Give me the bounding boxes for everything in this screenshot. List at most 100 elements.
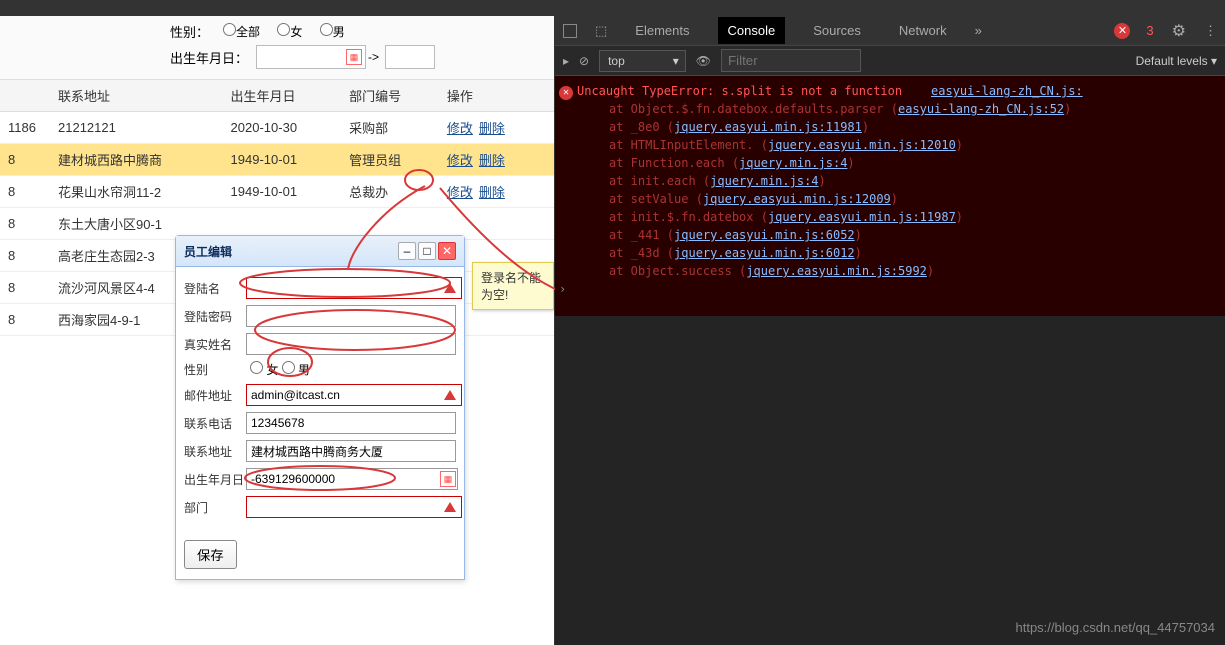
tab-console[interactable]: Console	[718, 17, 786, 44]
context-dropdown[interactable]: top	[599, 50, 686, 72]
gender-form-label: 性别	[184, 361, 246, 378]
stack-file-link[interactable]: jquery.easyui.min.js:6052	[674, 228, 855, 242]
dialog-close-icon[interactable]: ✕	[438, 242, 456, 260]
eye-icon[interactable]: 👁	[696, 54, 711, 68]
gender-label: 性别：	[170, 22, 209, 41]
watermark-text: https://blog.csdn.net/qq_44757034	[1016, 620, 1216, 635]
birthday-form-label: 出生年月日	[184, 471, 246, 488]
stack-file-link[interactable]: jquery.min.js:4	[739, 156, 847, 170]
stack-frame: at _441 (jquery.easyui.min.js:6052)	[559, 226, 1221, 244]
dialog-maximize-icon[interactable]: □	[418, 242, 436, 260]
calendar-icon[interactable]: ▦	[346, 49, 362, 65]
settings-gear-icon[interactable]: ⚙	[1172, 21, 1186, 41]
table-header: 操作	[439, 80, 554, 112]
stack-frame: at HTMLInputElement. (jquery.easyui.min.…	[559, 136, 1221, 154]
stack-frame: at _8e0 (jquery.easyui.min.js:11981)	[559, 118, 1221, 136]
email-input[interactable]	[246, 384, 462, 406]
validation-tooltip: 登录名不能为空!	[472, 262, 554, 310]
stack-frame: at Function.each (jquery.min.js:4)	[559, 154, 1221, 172]
employee-edit-dialog: 员工编辑 – □ ✕ 登陆名 登陆密码 真实姓名 性别 女 男 邮件地址	[175, 235, 465, 580]
console-toolbar: ▸ ⊘ top 👁 Default levels ▾	[555, 46, 1225, 76]
stack-file-link[interactable]: jquery.easyui.min.js:12009	[703, 192, 891, 206]
console-sidebar-icon[interactable]: ▸	[563, 54, 569, 68]
tab-sources[interactable]: Sources	[803, 17, 871, 44]
table-header: 联系地址	[50, 80, 223, 112]
console-output[interactable]: ✕ Uncaught TypeError: s.split is not a fu…	[555, 76, 1225, 316]
calendar-icon[interactable]: ▦	[440, 471, 456, 487]
stack-frame: at Object.success (jquery.easyui.min.js:…	[559, 262, 1221, 280]
birthday-to-input[interactable]	[385, 45, 435, 69]
device-icon[interactable]: ⬚	[595, 23, 607, 39]
dialog-collapse-icon[interactable]: –	[398, 242, 416, 260]
dialog-title: 员工编辑	[184, 243, 232, 260]
stack-frame: at setValue (jquery.easyui.min.js:12009)	[559, 190, 1221, 208]
delete-link[interactable]: 删除	[479, 121, 505, 136]
tab-network[interactable]: Network	[889, 17, 957, 44]
error-count-badge[interactable]: ✕	[1114, 23, 1130, 39]
email-label: 邮件地址	[184, 387, 246, 404]
dept-input[interactable]	[246, 496, 462, 518]
error-source-link[interactable]: easyui-lang-zh_CN.js:	[931, 84, 1083, 98]
search-form: 性别： 全部 女 男 出生年月日： ▦ ->	[0, 16, 554, 80]
error-icon: ✕	[559, 86, 573, 100]
warning-icon	[444, 390, 456, 400]
table-header: 出生年月日	[223, 80, 342, 112]
phone-input[interactable]	[246, 412, 456, 434]
stack-file-link[interactable]: easyui-lang-zh_CN.js:52	[898, 102, 1064, 116]
kebab-menu-icon[interactable]: ⋮	[1204, 23, 1217, 39]
gender-radio-group: 全部 女 男	[217, 23, 353, 40]
delete-link[interactable]: 删除	[479, 185, 505, 200]
table-row[interactable]: 8建材城西路中腾商1949-10-01管理员组修改删除	[0, 144, 554, 176]
devtools-tabbar: ⬚ Elements Console Sources Network » ✕3 …	[555, 16, 1225, 46]
birthday-label: 出生年月日：	[170, 48, 248, 67]
dialog-gender-female[interactable]	[250, 361, 263, 374]
gender-form-group: 女 男	[246, 361, 310, 378]
delete-link[interactable]: 删除	[479, 153, 505, 168]
stack-frame: at init.$.fn.datebox (jquery.easyui.min.…	[559, 208, 1221, 226]
edit-link[interactable]: 修改	[447, 185, 473, 200]
devtools-panel: ⬚ Elements Console Sources Network » ✕3 …	[555, 0, 1225, 645]
login-pwd-input[interactable]	[246, 305, 456, 327]
real-name-input[interactable]	[246, 333, 456, 355]
inspect-icon[interactable]	[563, 24, 577, 38]
stack-frame: at Object.$.fn.datebox.defaults.parser (…	[559, 100, 1221, 118]
stack-file-link[interactable]: jquery.easyui.min.js:6012	[674, 246, 855, 260]
login-name-input[interactable]	[246, 277, 462, 299]
stack-file-link[interactable]: jquery.easyui.min.js:12010	[768, 138, 956, 152]
gender-radio-all[interactable]	[223, 23, 236, 36]
date-arrow: ->	[368, 50, 379, 64]
edit-link[interactable]: 修改	[447, 121, 473, 136]
stack-frame: at _43d (jquery.easyui.min.js:6012)	[559, 244, 1221, 262]
log-levels-dropdown[interactable]: Default levels ▾	[1136, 54, 1217, 68]
app-left-panel: 性别： 全部 女 男 出生年月日： ▦ -> 联系地址出生年	[0, 0, 555, 645]
clear-console-icon[interactable]: ⊘	[579, 54, 589, 68]
tab-elements[interactable]: Elements	[625, 17, 699, 44]
stack-file-link[interactable]: jquery.min.js:4	[710, 174, 818, 188]
edit-link[interactable]: 修改	[447, 153, 473, 168]
save-button[interactable]: 保存	[184, 540, 237, 569]
dept-label: 部门	[184, 499, 246, 516]
birthday-input[interactable]	[246, 468, 458, 490]
console-filter-input[interactable]	[721, 49, 861, 72]
address-label: 联系地址	[184, 443, 246, 460]
error-message: Uncaught TypeError: s.split is not a fun…	[577, 84, 902, 98]
stack-file-link[interactable]: jquery.easyui.min.js:11981	[674, 120, 862, 134]
stack-frame: at init.each (jquery.min.js:4)	[559, 172, 1221, 190]
stack-file-link[interactable]: jquery.easyui.min.js:5992	[746, 264, 927, 278]
stack-file-link[interactable]: jquery.easyui.min.js:11987	[768, 210, 956, 224]
more-tabs-icon[interactable]: »	[975, 23, 982, 38]
table-header: 部门编号	[341, 80, 439, 112]
gender-radio-female[interactable]	[277, 23, 290, 36]
real-name-label: 真实姓名	[184, 336, 246, 353]
window-topbar	[0, 0, 554, 16]
login-name-label: 登陆名	[184, 280, 246, 297]
table-row[interactable]: 8花果山水帘洞11-21949-10-01总裁办修改删除	[0, 176, 554, 208]
gender-radio-male[interactable]	[320, 23, 333, 36]
table-row[interactable]: 1186212121212020-10-30采购部修改删除	[0, 112, 554, 144]
dialog-header[interactable]: 员工编辑 – □ ✕	[176, 236, 464, 267]
phone-label: 联系电话	[184, 415, 246, 432]
address-input[interactable]	[246, 440, 456, 462]
dialog-gender-male[interactable]	[282, 361, 295, 374]
warning-icon	[444, 502, 456, 512]
warning-icon	[444, 283, 456, 293]
